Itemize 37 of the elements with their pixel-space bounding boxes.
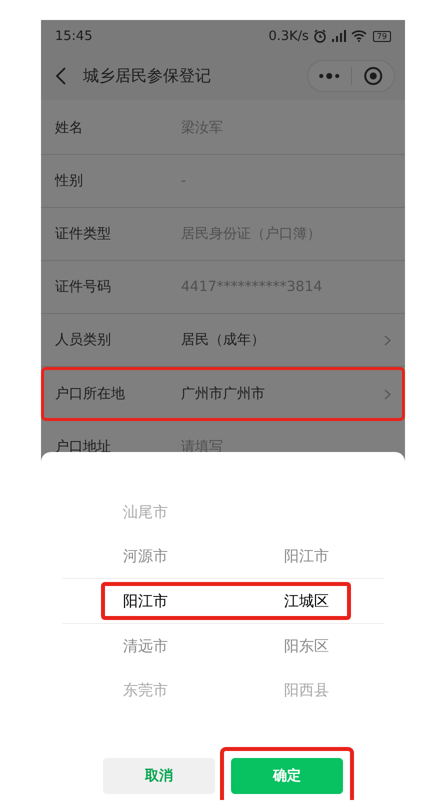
picker-row[interactable]: 阳江市 江城区	[101, 582, 351, 620]
field-label: 性别	[55, 172, 84, 190]
field-label: 证件类型	[55, 225, 112, 243]
district-option[interactable]: 江城区	[284, 592, 329, 610]
field-value: 居民（成年）	[181, 331, 266, 349]
back-icon[interactable]	[55, 67, 67, 85]
status-time: 15:45	[55, 28, 94, 44]
city-option[interactable]: 河源市	[123, 546, 168, 566]
field-label: 户口所在地	[55, 385, 126, 403]
picker-row[interactable]: 河源市 阳江市	[105, 541, 347, 571]
city-option[interactable]: 阳江市	[123, 592, 168, 610]
city-option[interactable]: 汕尾市	[123, 502, 168, 522]
form-row[interactable]: 户口所在地 广州市广州市	[41, 367, 405, 421]
field-label: 证件号码	[55, 278, 112, 296]
field-value: -	[181, 173, 188, 189]
picker-row[interactable]: 汕尾市	[105, 497, 347, 527]
district-option[interactable]: 阳东区	[284, 636, 329, 656]
field-label: 人员类别	[55, 331, 112, 349]
district-option[interactable]: 阳西县	[284, 680, 329, 700]
wifi-icon	[350, 30, 367, 42]
city-option[interactable]: 东莞市	[123, 680, 168, 700]
confirm-button[interactable]: 确定	[231, 758, 343, 794]
chevron-icon	[384, 388, 391, 400]
cancel-button[interactable]: 取消	[103, 758, 215, 794]
field-value: 广州市广州市	[181, 385, 266, 403]
network-speed: 0.3K/s	[268, 28, 309, 44]
field-label: 姓名	[55, 119, 84, 137]
picker-row[interactable]: 东莞市 阳西县	[105, 675, 347, 705]
page-title: 城乡居民参保登记	[83, 66, 212, 86]
city-option[interactable]: 清远市	[123, 636, 168, 656]
battery-level: 79	[372, 30, 391, 42]
form-row[interactable]: 人员类别 居民（成年）	[41, 314, 405, 367]
district-option[interactable]: 阳江市	[284, 546, 329, 566]
alarm-icon	[312, 29, 327, 43]
picker-row[interactable]: 清远市 阳东区	[105, 631, 347, 661]
chevron-icon	[384, 334, 391, 346]
signal-icon	[330, 30, 347, 42]
